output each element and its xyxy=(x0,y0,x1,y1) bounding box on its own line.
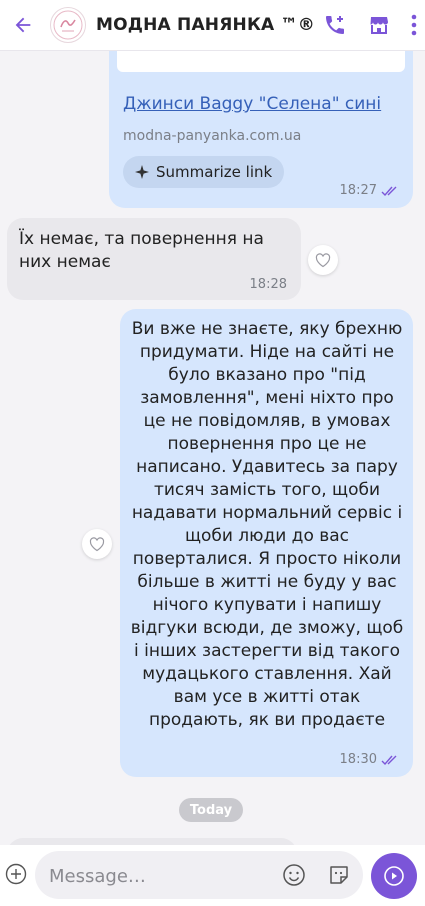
sticker-button[interactable] xyxy=(327,863,351,887)
send-icon xyxy=(384,866,404,886)
add-call-icon xyxy=(326,16,344,34)
message-input-container[interactable] xyxy=(35,851,363,901)
outgoing-message-bubble[interactable]: Ви вже не знаєте, яку брехню придумати. … xyxy=(120,309,413,777)
heart-icon xyxy=(315,252,331,267)
like-button[interactable] xyxy=(82,529,112,559)
chat-title[interactable]: МОДНА ПАНЯНКА ™® xyxy=(96,15,315,35)
link-preview-image[interactable] xyxy=(117,50,405,72)
emoji-button[interactable] xyxy=(282,863,306,887)
incoming-message-bubble-partial[interactable] xyxy=(7,838,297,845)
link-message-bubble[interactable]: Джинси Baggy "Селена" сині modna-panyank… xyxy=(109,50,413,208)
summarize-link-button[interactable]: Summarize link xyxy=(123,156,285,188)
chat-header: МОДНА ПАНЯНКА ™® xyxy=(0,0,425,50)
shop-icon xyxy=(370,17,388,34)
heart-icon xyxy=(89,536,105,551)
plus-icon xyxy=(5,863,27,885)
message-input[interactable] xyxy=(47,851,281,901)
incoming-message-bubble[interactable]: Їх немає, та повернення на них немає 18:… xyxy=(7,218,301,300)
shop-button[interactable] xyxy=(367,13,391,37)
add-call-button[interactable] xyxy=(323,13,347,37)
date-divider: Today xyxy=(179,798,243,822)
chat-area[interactable]: Джинси Baggy "Селена" сині modna-panyank… xyxy=(0,50,425,845)
sparkle-icon xyxy=(135,165,149,179)
outgoing-message-text: Ви вже не знаєте, яку брехню придумати. … xyxy=(130,319,404,730)
incoming-message-text: Їх немає, та повернення на них немає xyxy=(19,229,264,272)
message-time: 18:27 xyxy=(340,183,399,198)
sticker-icon xyxy=(330,866,348,884)
more-icon xyxy=(411,14,417,36)
link-domain: modna-panyanka.com.ua xyxy=(123,128,302,144)
like-button[interactable] xyxy=(308,245,338,275)
summarize-link-label: Summarize link xyxy=(156,163,273,181)
attach-button[interactable] xyxy=(4,862,28,886)
message-composer xyxy=(0,845,425,906)
message-time-text: 18:28 xyxy=(249,277,287,292)
message-time-text: 18:27 xyxy=(339,183,377,198)
avatar[interactable] xyxy=(50,7,86,43)
send-button[interactable] xyxy=(371,853,417,899)
back-button[interactable] xyxy=(2,0,44,50)
message-time: 18:30 xyxy=(340,752,399,767)
link-title[interactable]: Джинси Baggy "Селена" сині xyxy=(123,94,381,114)
emoji-icon xyxy=(283,864,305,886)
back-arrow-icon xyxy=(15,17,31,33)
brand-logo-icon xyxy=(53,10,83,40)
double-check-icon xyxy=(381,186,397,196)
more-options-button[interactable] xyxy=(411,14,417,36)
message-time-text: 18:30 xyxy=(339,752,377,767)
message-time: 18:28 xyxy=(250,277,287,292)
double-check-icon xyxy=(381,755,397,765)
